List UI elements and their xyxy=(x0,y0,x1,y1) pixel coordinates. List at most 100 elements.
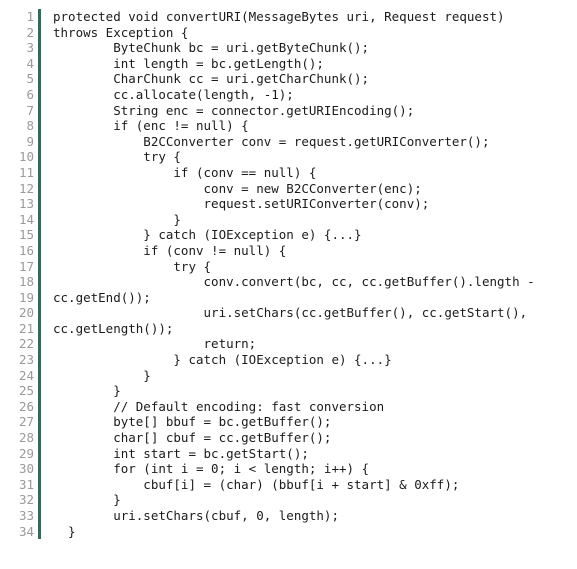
code-line-row[interactable]: 8 if (enc != null) { xyxy=(0,118,577,134)
code-line-text[interactable]: } xyxy=(39,383,577,399)
line-number: 10 xyxy=(0,149,41,165)
code-source-text: } xyxy=(53,523,76,539)
line-number: 14 xyxy=(0,211,41,228)
line-number: 27 xyxy=(0,414,41,431)
line-number: 3 xyxy=(0,40,41,56)
line-number: 15 xyxy=(0,227,41,243)
code-source-text: protected void convertURI(MessageBytes u… xyxy=(53,9,505,24)
code-source-text: CharChunk cc = uri.getCharChunk(); xyxy=(53,71,370,87)
code-line-row[interactable]: 30 for (int i = 0; i < length; i++) { xyxy=(0,461,577,477)
code-line-row[interactable]: 5 CharChunk cc = uri.getCharChunk(); xyxy=(0,71,577,87)
line-number: 19 xyxy=(0,289,41,306)
code-source-text: int start = bc.getStart(); xyxy=(53,445,309,461)
code-source-text: } xyxy=(53,492,121,508)
line-number: 8 xyxy=(0,118,41,134)
code-line-row[interactable]: 18 conv.convert(bc, cc, cc.getBuffer().l… xyxy=(0,274,577,290)
code-line-text[interactable]: uri.setChars(cbuf, 0, length); xyxy=(39,508,577,524)
code-line-text[interactable]: // Default encoding: fast conversion xyxy=(39,398,577,415)
code-source-text: } xyxy=(53,211,181,227)
line-number: 25 xyxy=(0,383,41,399)
code-line-row[interactable]: 9 B2CConverter conv = request.getURIConv… xyxy=(0,133,577,150)
code-source-text: cc.getLength()); xyxy=(53,320,174,336)
code-line-row[interactable]: 17 try { xyxy=(0,258,577,275)
code-source-text: for (int i = 0; i < length; i++) { xyxy=(53,461,370,477)
line-number: 4 xyxy=(0,55,41,72)
code-source-text: throws Exception { xyxy=(53,24,189,40)
code-line-row[interactable]: 26 // Default encoding: fast conversion xyxy=(0,398,577,415)
code-source-text: try { xyxy=(53,149,181,165)
code-line-row[interactable]: 23 } catch (IOException e) {...} xyxy=(0,352,577,368)
code-line-text[interactable]: try { xyxy=(39,258,577,275)
code-line-row[interactable]: 33 uri.setChars(cbuf, 0, length); xyxy=(0,508,577,524)
line-number: 28 xyxy=(0,430,41,446)
code-line-text[interactable]: int start = bc.getStart(); xyxy=(39,445,577,462)
code-line-row[interactable]: 20 uri.setChars(cc.getBuffer(), cc.getSt… xyxy=(0,305,577,321)
code-line-row[interactable]: 19 cc.getEnd()); xyxy=(0,289,577,306)
code-line-text[interactable]: String enc = connector.getURIEncoding(); xyxy=(39,102,577,119)
code-line-row[interactable]: 24 } xyxy=(0,367,577,384)
code-line-row[interactable]: 14 } xyxy=(0,211,577,228)
code-source-text: uri.setChars(cc.getBuffer(), cc.getStart… xyxy=(53,305,528,321)
code-source-text: cbuf[i] = (char) (bbuf[i + start] & 0xff… xyxy=(53,476,460,492)
code-source-text: String enc = connector.getURIEncoding(); xyxy=(53,102,415,118)
code-line-row[interactable]: 21 cc.getLength()); xyxy=(0,320,577,337)
code-line-text[interactable]: conv = new B2CConverter(enc); xyxy=(39,180,577,197)
code-line-text[interactable]: for (int i = 0; i < length; i++) { xyxy=(39,461,577,477)
code-line-text[interactable]: conv.convert(bc, cc, cc.getBuffer().leng… xyxy=(39,274,577,290)
code-line-text[interactable]: protected void convertURI(MessageBytes u… xyxy=(39,9,577,25)
code-line-row[interactable]: 22 return; xyxy=(0,336,577,353)
code-line-text[interactable]: request.setURIConverter(conv); xyxy=(39,196,577,212)
code-line-text[interactable]: cbuf[i] = (char) (bbuf[i + start] & 0xff… xyxy=(39,476,577,493)
code-line-text[interactable]: } xyxy=(39,367,577,384)
code-line-text[interactable]: cc.allocate(length, -1); xyxy=(39,86,577,103)
line-number: 22 xyxy=(0,336,41,353)
code-line-row[interactable]: 25 } xyxy=(0,383,577,399)
code-line-row[interactable]: 16 if (conv != null) { xyxy=(0,242,577,259)
code-line-text[interactable]: throws Exception { xyxy=(39,24,577,41)
code-source-text: cc.allocate(length, -1); xyxy=(53,86,294,102)
code-line-text[interactable]: B2CConverter conv = request.getURIConver… xyxy=(39,133,577,150)
code-line-row[interactable]: 28 char[] cbuf = cc.getBuffer(); xyxy=(0,430,577,446)
code-line-row[interactable]: 3 ByteChunk bc = uri.getByteChunk(); xyxy=(0,40,577,56)
code-line-text[interactable]: } xyxy=(39,211,577,228)
code-line-text[interactable]: int length = bc.getLength(); xyxy=(39,55,577,72)
code-source-text: // Default encoding: fast conversion xyxy=(53,398,385,414)
code-source-text: uri.setChars(cbuf, 0, length); xyxy=(53,508,339,523)
code-line-text[interactable]: uri.setChars(cc.getBuffer(), cc.getStart… xyxy=(39,305,577,321)
code-line-row[interactable]: 1 protected void convertURI(MessageBytes … xyxy=(0,9,577,25)
code-line-text[interactable]: cc.getLength()); xyxy=(39,320,577,337)
code-line-text[interactable]: CharChunk cc = uri.getCharChunk(); xyxy=(39,71,577,87)
code-line-row[interactable]: 11 if (conv == null) { xyxy=(0,164,577,181)
code-line-row[interactable]: 13 request.setURIConverter(conv); xyxy=(0,196,577,212)
line-number: 20 xyxy=(0,305,41,321)
code-line-text[interactable]: } catch (IOException e) {...} xyxy=(39,227,577,243)
code-source-text: conv = new B2CConverter(enc); xyxy=(53,180,422,196)
code-line-text[interactable]: return; xyxy=(39,336,577,353)
code-line-text[interactable]: try { xyxy=(39,149,577,165)
line-number: 7 xyxy=(0,102,41,119)
code-line-row[interactable]: 31 cbuf[i] = (char) (bbuf[i + start] & 0… xyxy=(0,476,577,493)
code-line-row[interactable]: 2 throws Exception { xyxy=(0,24,577,41)
code-line-row[interactable]: 7 String enc = connector.getURIEncoding(… xyxy=(0,102,577,119)
line-number: 18 xyxy=(0,274,41,290)
code-line-row[interactable]: 27 byte[] bbuf = bc.getBuffer(); xyxy=(0,414,577,431)
code-source-text: ByteChunk bc = uri.getByteChunk(); xyxy=(53,40,370,56)
code-line-text[interactable]: } catch (IOException e) {...} xyxy=(39,352,577,368)
code-line-text[interactable]: } xyxy=(39,523,577,540)
code-line-row[interactable]: 32 } xyxy=(0,492,577,508)
code-line-text[interactable]: byte[] bbuf = bc.getBuffer(); xyxy=(39,414,577,431)
code-line-row[interactable]: 4 int length = bc.getLength(); xyxy=(0,55,577,72)
code-line-text[interactable]: ByteChunk bc = uri.getByteChunk(); xyxy=(39,40,577,56)
code-line-row[interactable]: 6 cc.allocate(length, -1); xyxy=(0,86,577,103)
code-line-row[interactable]: 12 conv = new B2CConverter(enc); xyxy=(0,180,577,197)
code-line-text[interactable]: if (conv != null) { xyxy=(39,242,577,259)
code-line-text[interactable]: if (enc != null) { xyxy=(39,118,577,134)
code-line-row[interactable]: 10 try { xyxy=(0,149,577,165)
code-line-row[interactable]: 15 } catch (IOException e) {...} xyxy=(0,227,577,243)
code-line-text[interactable]: } xyxy=(39,492,577,508)
code-line-text[interactable]: cc.getEnd()); xyxy=(39,289,577,306)
code-line-text[interactable]: char[] cbuf = cc.getBuffer(); xyxy=(39,430,577,446)
code-line-text[interactable]: if (conv == null) { xyxy=(39,164,577,181)
code-line-row[interactable]: 29 int start = bc.getStart(); xyxy=(0,445,577,462)
code-line-row[interactable]: 34 } xyxy=(0,523,577,540)
